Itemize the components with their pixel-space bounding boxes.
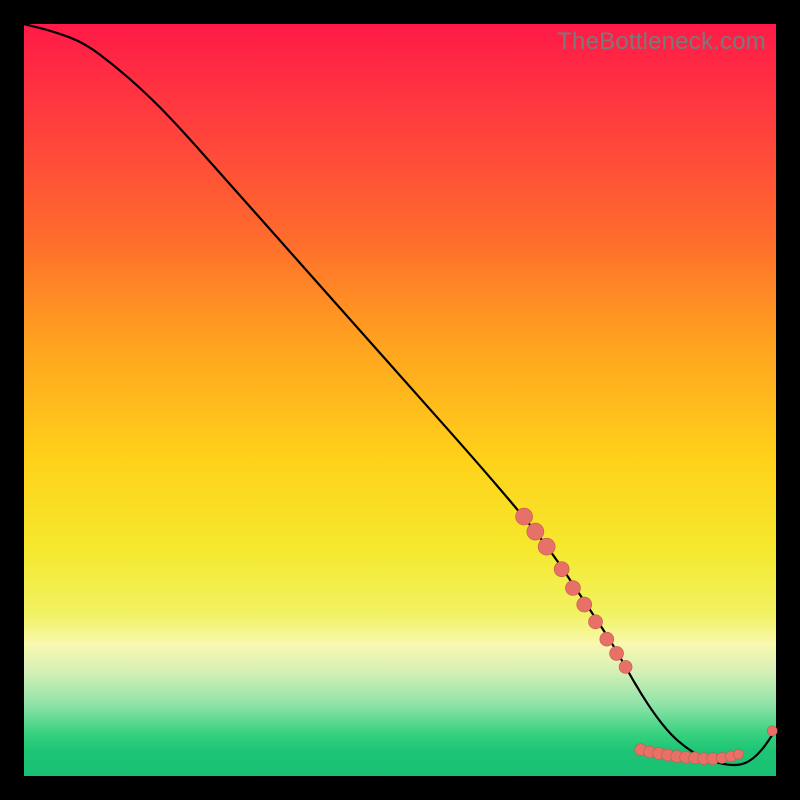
data-marker [565, 581, 580, 596]
chart-frame: TheBottleneck.com [24, 24, 776, 776]
data-marker [538, 538, 555, 555]
data-marker [733, 749, 743, 759]
data-marker [589, 615, 603, 629]
bottleneck-curve [24, 24, 776, 765]
data-marker [554, 562, 569, 577]
data-marker [600, 632, 614, 646]
chart-svg [24, 24, 776, 776]
data-marker [767, 726, 777, 736]
data-marker [527, 523, 544, 540]
data-marker [610, 646, 624, 660]
marker-group [516, 508, 778, 765]
data-marker [619, 660, 632, 673]
data-marker [577, 597, 592, 612]
data-marker [516, 508, 533, 525]
